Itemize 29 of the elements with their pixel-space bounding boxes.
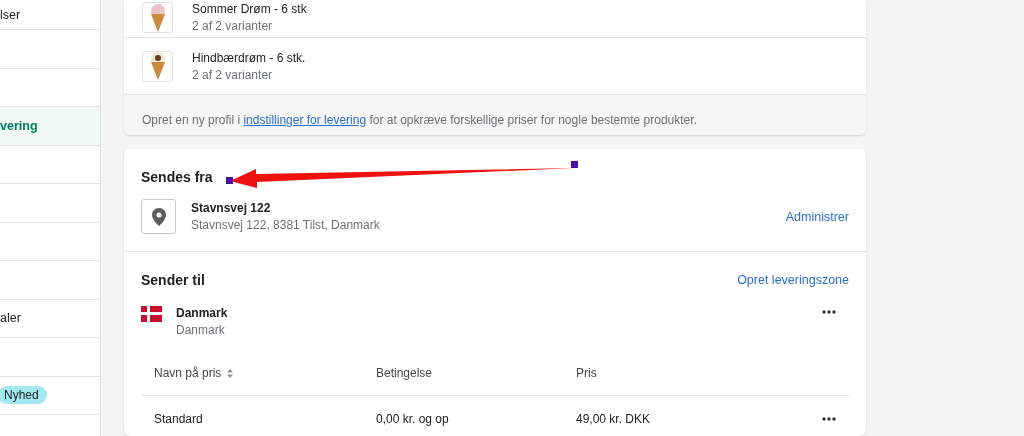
variant-count: 2 af 2 varianter <box>192 19 274 33</box>
sort-icon[interactable] <box>227 368 234 378</box>
zone-name: Danmark <box>176 306 228 321</box>
flag-icon <box>141 306 162 323</box>
ice-cream-thumbnail <box>142 50 173 82</box>
product-name: Sommer Drøm - 6 stk <box>192 2 307 16</box>
section-heading: Sender til <box>141 272 205 289</box>
ice-cream-thumbnail <box>142 2 173 33</box>
location-pin-icon <box>141 199 176 235</box>
profile-note: Opret en ny profil i indstillinger for levering for at opkræve forskellige priser for nogle bestemte produkter. <box>142 113 697 127</box>
column-header: Pris <box>576 366 597 381</box>
variant-count: 2 af 2 varianter <box>192 67 274 82</box>
product-name: Hindbærdrøm - 6 stk. <box>192 50 306 65</box>
new-badge: Nyhed <box>0 386 47 405</box>
sidebar-item[interactable]: aler <box>0 311 21 326</box>
table-cell: Standard <box>154 412 203 427</box>
column-header: Betingelse <box>376 366 433 381</box>
location-address: Stavnsvej 122, 8381 Tilst, Danmark <box>191 218 380 233</box>
column-header[interactable]: Navn på pris <box>154 366 222 381</box>
delivery-settings-link[interactable]: indstillinger for levering <box>243 113 367 127</box>
location-name: Stavnsvej 122 <box>191 201 272 216</box>
sidebar-item[interactable]: lser <box>0 7 21 22</box>
sidebar-item[interactable]: vering <box>0 118 38 133</box>
create-zone-link[interactable]: Opret leveringszone <box>737 273 849 288</box>
table-cell: 0,00 kr. og op <box>376 412 449 427</box>
zone-countries: Danmark <box>176 323 226 338</box>
manage-link[interactable]: Administrer <box>785 209 849 224</box>
section-heading: Sendes fra <box>141 169 213 186</box>
table-cell: 49,00 kr. DKK <box>576 412 651 427</box>
